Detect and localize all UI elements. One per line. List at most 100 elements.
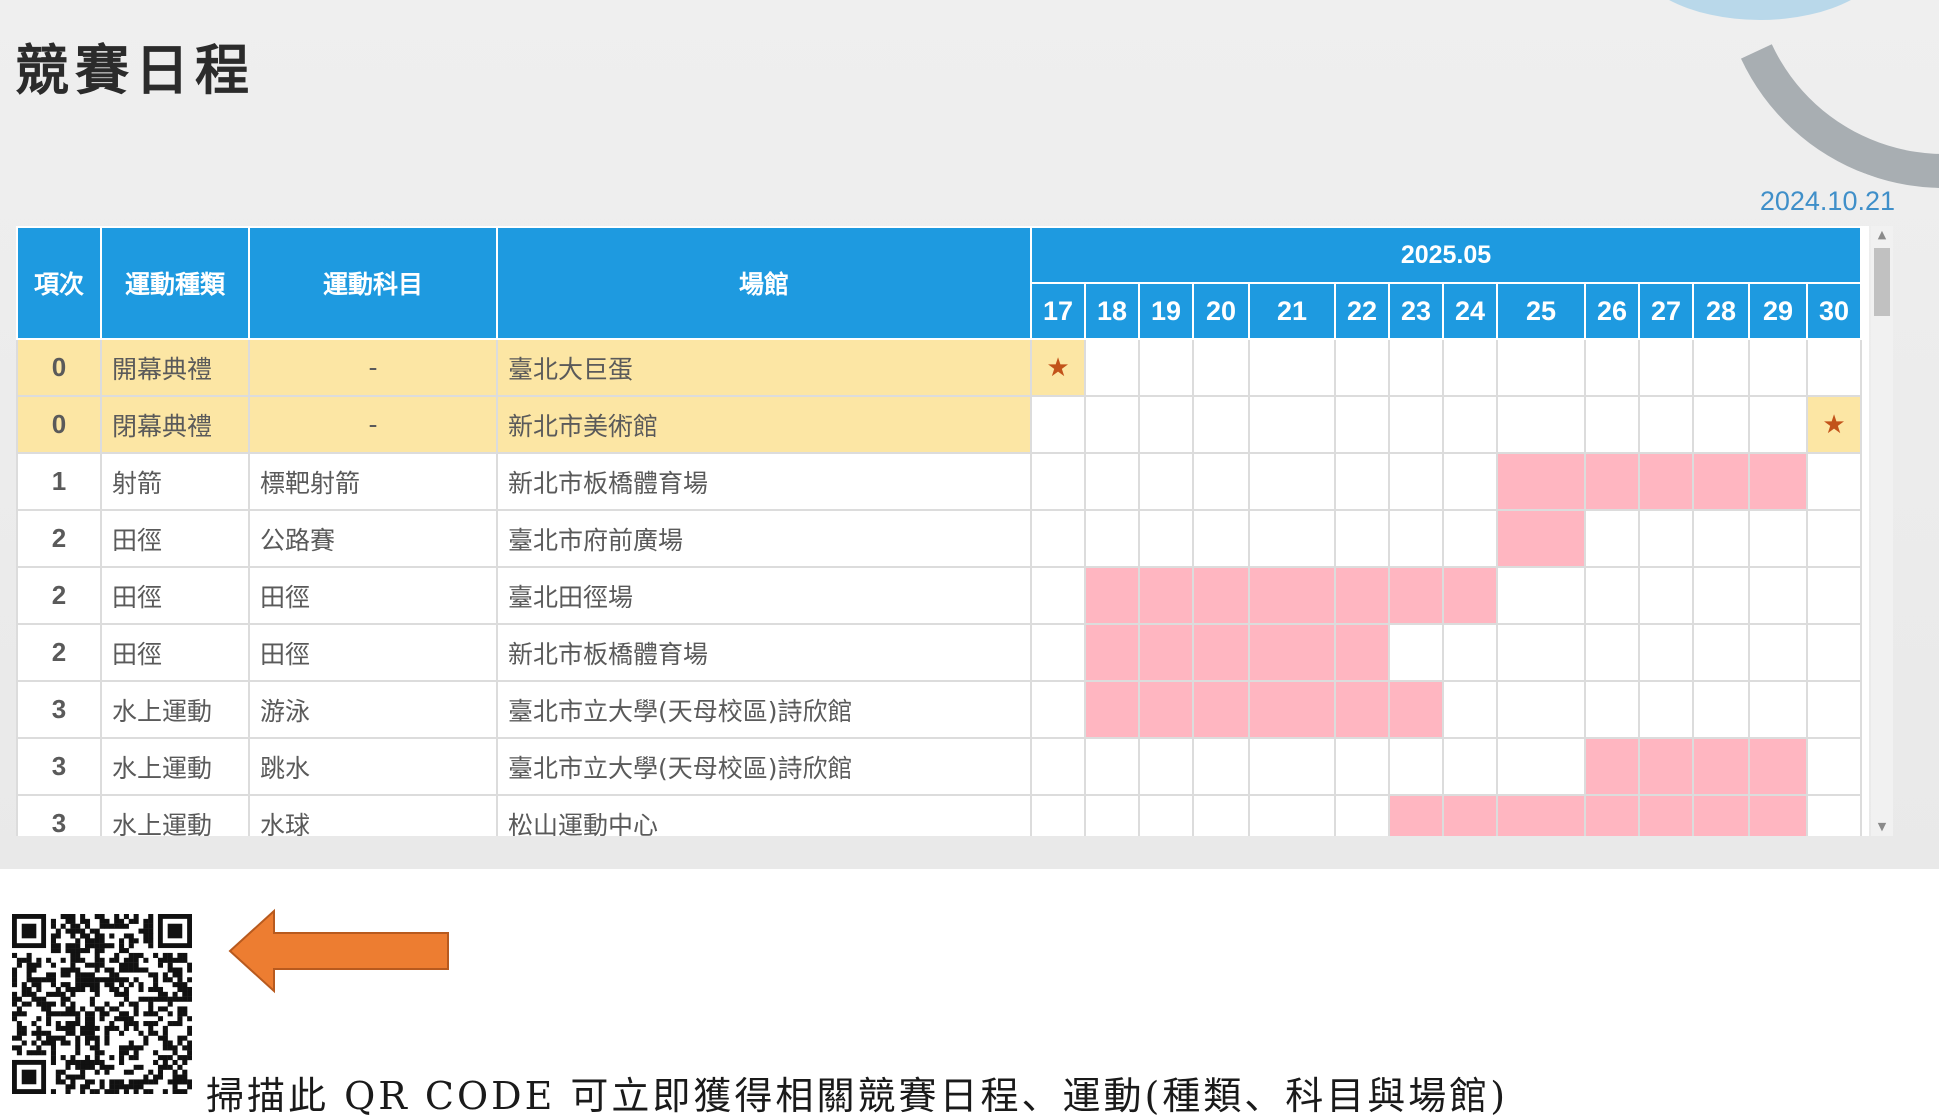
day-cell-active [1248, 566, 1336, 625]
day-cell [1334, 452, 1390, 511]
row-venue: 新北市板橋體育場 [496, 452, 1032, 511]
day-cell [1692, 680, 1750, 739]
day-cell-active [1638, 794, 1694, 836]
day-cell [1388, 395, 1444, 454]
schedule-table: 項次 運動種類 運動科目 場館 2025.05 17 18 19 20 21 22 23 24… [16, 226, 1862, 836]
header-day-26: 26 [1584, 282, 1640, 340]
qr-caption: 掃描此 QR CODE 可立即獲得相關競賽日程、運動(種類、科目與場館) [206, 1074, 1509, 1118]
day-cell [1334, 395, 1390, 454]
day-cell [1584, 509, 1640, 568]
row-index: 3 [16, 794, 102, 836]
day-cell [1030, 623, 1086, 682]
day-cell [1030, 680, 1086, 739]
update-date: 2024.10.21 [1759, 186, 1895, 216]
day-cell [1192, 452, 1250, 511]
day-cell-active [1192, 623, 1250, 682]
row-event: - [248, 338, 498, 397]
day-cell [1496, 566, 1586, 625]
schedule-table-viewport[interactable]: 項次 運動種類 運動科目 場館 2025.05 17 18 19 20 21 22 23 24… [16, 226, 1869, 836]
row-venue: 臺北大巨蛋 [496, 338, 1032, 397]
day-cell [1388, 338, 1444, 397]
row-event: - [248, 395, 498, 454]
day-cell-active [1388, 680, 1444, 739]
row-venue: 新北市美術館 [496, 395, 1032, 454]
day-cell [1030, 452, 1086, 511]
day-cell [1084, 452, 1140, 511]
left-arrow-icon [228, 908, 449, 994]
day-cell [1138, 452, 1194, 511]
row-event: 游泳 [248, 680, 498, 739]
header-month: 2025.05 [1030, 226, 1862, 284]
scroll-thumb[interactable] [1874, 248, 1890, 316]
row-index: 1 [16, 452, 102, 511]
day-cell [1334, 338, 1390, 397]
table-scrollbar[interactable]: ▲ ▼ [1871, 226, 1893, 836]
row-index: 3 [16, 737, 102, 796]
row-event: 跳水 [248, 737, 498, 796]
day-cell [1748, 623, 1808, 682]
row-index: 3 [16, 680, 102, 739]
header-day-20: 20 [1192, 282, 1250, 340]
row-event: 田徑 [248, 623, 498, 682]
header-day-27: 27 [1638, 282, 1694, 340]
day-cell-active [1748, 737, 1808, 796]
day-cell [1806, 452, 1862, 511]
scroll-up-arrow-icon[interactable]: ▲ [1871, 226, 1893, 244]
day-cell-active [1248, 680, 1336, 739]
header-day-30: 30 [1806, 282, 1862, 340]
day-cell [1584, 338, 1640, 397]
header-day-22: 22 [1334, 282, 1390, 340]
day-cell-active [1192, 566, 1250, 625]
day-cell [1748, 338, 1808, 397]
row-index: 0 [16, 395, 102, 454]
day-cell-active [1334, 566, 1390, 625]
day-cell-active [1692, 737, 1750, 796]
row-index: 0 [16, 338, 102, 397]
table-row: 0 閉幕典禮 - 新北市美術館 ★ [16, 395, 1862, 454]
day-cell [1638, 338, 1694, 397]
day-cell-active [1584, 794, 1640, 836]
row-event: 標靶射箭 [248, 452, 498, 511]
day-cell-active [1388, 566, 1444, 625]
star-icon: ★ [1806, 395, 1862, 454]
day-cell-active [1192, 680, 1250, 739]
day-cell-active [1692, 452, 1750, 511]
day-cell [1334, 794, 1390, 836]
day-cell [1442, 737, 1498, 796]
day-cell [1584, 623, 1640, 682]
row-event: 水球 [248, 794, 498, 836]
row-venue: 新北市板橋體育場 [496, 623, 1032, 682]
row-sport: 射箭 [100, 452, 250, 511]
row-sport: 閉幕典禮 [100, 395, 250, 454]
day-cell [1442, 623, 1498, 682]
day-cell-active [1138, 623, 1194, 682]
day-cell [1138, 737, 1194, 796]
day-cell [1192, 338, 1250, 397]
row-sport: 水上運動 [100, 737, 250, 796]
row-venue: 臺北市立大學(天母校區)詩欣館 [496, 737, 1032, 796]
day-cell-active [1334, 623, 1390, 682]
day-cell [1388, 623, 1444, 682]
day-cell-active [1638, 452, 1694, 511]
day-cell [1806, 338, 1862, 397]
day-cell-active [1638, 737, 1694, 796]
day-cell [1806, 623, 1862, 682]
day-cell [1030, 737, 1086, 796]
scroll-down-arrow-icon[interactable]: ▼ [1871, 818, 1893, 836]
day-cell [1692, 509, 1750, 568]
day-cell-active [1084, 680, 1140, 739]
row-index: 2 [16, 509, 102, 568]
day-cell [1084, 338, 1140, 397]
day-cell [1334, 737, 1390, 796]
day-cell-active [1584, 737, 1640, 796]
day-cell [1084, 395, 1140, 454]
row-sport: 水上運動 [100, 794, 250, 836]
table-row: 3 水上運動 水球 松山運動中心 [16, 794, 1862, 836]
header-day-29: 29 [1748, 282, 1808, 340]
day-cell [1248, 338, 1336, 397]
day-cell [1806, 566, 1862, 625]
day-cell [1806, 794, 1862, 836]
row-sport: 田徑 [100, 623, 250, 682]
day-cell [1248, 395, 1336, 454]
day-cell [1638, 509, 1694, 568]
